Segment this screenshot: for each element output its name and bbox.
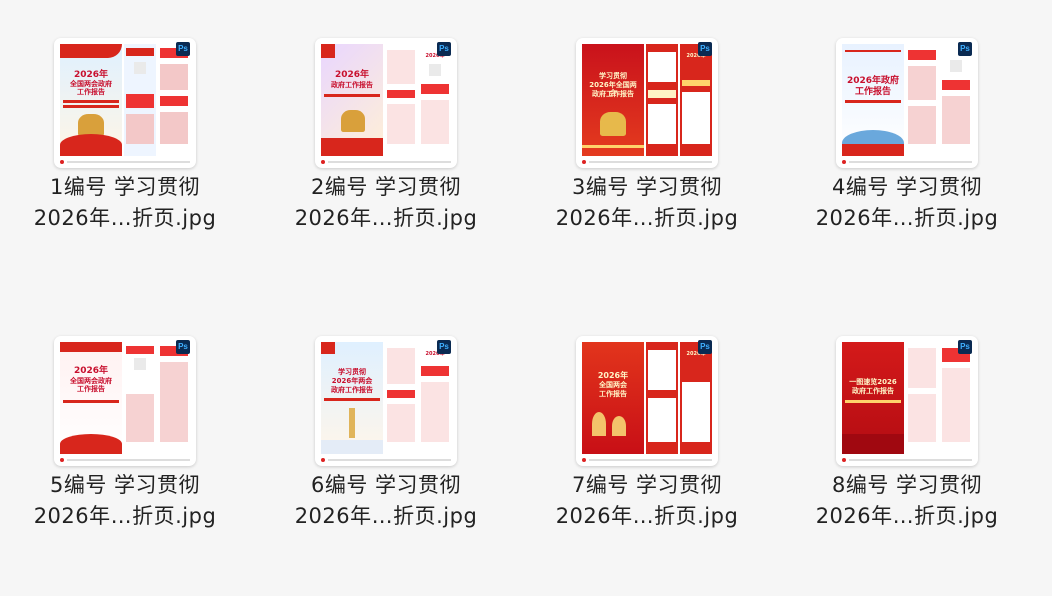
poster-title: 政府工作报告 [852,387,894,395]
photoshop-icon: Ps [176,340,190,354]
poster-title: 政府工作报告 [331,81,373,89]
poster-title: 全国两会 [599,381,627,389]
poster-title: 政府工作报告 [592,90,634,98]
photoshop-icon: Ps [437,340,451,354]
file-item[interactable]: 2026年 全国两会 工作报告 2026年 Ps 7编号 学习贯彻 2026年…… [522,298,742,558]
poster-title: 学习贯彻 [338,368,366,376]
poster-title: 2026年 [73,70,109,80]
file-grid: 2026年 全国两会政府 工作报告 Ps 1编号 学习贯彻 2026年…折页.j… [0,0,1052,596]
file-name[interactable]: 5编号 学习贯彻 2026年…折页.jpg [0,470,250,532]
photoshop-icon: Ps [958,340,972,354]
file-thumbnail[interactable]: 2026年政府 工作报告 Ps [832,28,982,178]
poster-title: 全国两会政府 [70,80,112,88]
poster-title: 工作报告 [854,87,891,97]
file-name[interactable]: 8编号 学习贯彻 2026年…折页.jpg [782,470,1032,532]
poster-title: 工作报告 [77,88,105,96]
photoshop-icon: Ps [698,340,712,354]
poster-title: 政府工作报告 [331,386,373,394]
file-thumbnail[interactable]: 学习贯彻 2026年全国两会 政府工作报告 2026年 Ps [572,28,722,178]
file-name[interactable]: 2编号 学习贯彻 2026年…折页.jpg [261,172,511,234]
file-name[interactable]: 3编号 学习贯彻 2026年…折页.jpg [522,172,772,234]
file-name[interactable]: 4编号 学习贯彻 2026年…折页.jpg [782,172,1032,234]
photoshop-icon: Ps [437,42,451,56]
file-item[interactable]: 2026年 全国两会政府 工作报告 [0,0,220,260]
file-item[interactable]: 学习贯彻 2026年两会 政府工作报告 2026年 Ps 6编号 学习贯彻 20… [261,298,481,558]
poster-title: 工作报告 [77,385,105,393]
photoshop-icon: Ps [958,42,972,56]
file-item[interactable]: 2026年 全国两会政府 工作报告 [0,298,220,558]
poster-title: 全国两会政府 [70,377,112,385]
file-name[interactable]: 7编号 学习贯彻 2026年…折页.jpg [522,470,772,532]
poster-title: 工作报告 [599,390,627,398]
file-thumbnail[interactable]: 一图速览2026 政府工作报告 Ps [832,326,982,476]
file-item[interactable]: 一图速览2026 政府工作报告 Ps 8编号 学习贯彻 2026年…折页.jpg [782,298,1002,558]
file-item[interactable]: 2026年 政府工作报告 2026年 Ps 2编号 学习贯彻 2026年…折页.… [261,0,481,260]
poster-title: 学习贯彻 [599,72,627,80]
poster-title: 2026年 [334,70,370,80]
poster-title: 2026年 [73,366,109,376]
file-thumbnail[interactable]: 2026年 全国两会 工作报告 2026年 Ps [572,326,722,476]
poster-title: 2026年两会 [331,377,373,385]
photoshop-icon: Ps [176,42,190,56]
file-name[interactable]: 1编号 学习贯彻 2026年…折页.jpg [0,172,250,234]
file-name[interactable]: 6编号 学习贯彻 2026年…折页.jpg [261,470,511,532]
photoshop-icon: Ps [698,42,712,56]
file-item[interactable]: 学习贯彻 2026年全国两会 政府工作报告 2026年 Ps 3编号 学习贯彻 … [522,0,742,260]
poster-title: 一图速览2026 [849,378,897,386]
file-thumbnail[interactable]: 学习贯彻 2026年两会 政府工作报告 2026年 Ps [311,326,461,476]
file-thumbnail[interactable]: 2026年 全国两会政府 工作报告 Ps [50,28,200,178]
file-item[interactable]: 2026年政府 工作报告 Ps 4编号 学习贯彻 2026年…折页.jpg [782,0,1002,260]
poster-title: 2026年政府 [846,76,900,86]
file-thumbnail[interactable]: 2026年 政府工作报告 2026年 Ps [311,28,461,178]
poster-title: 2026年 [597,371,629,380]
file-thumbnail[interactable]: 2026年 全国两会政府 工作报告 Ps [50,326,200,476]
